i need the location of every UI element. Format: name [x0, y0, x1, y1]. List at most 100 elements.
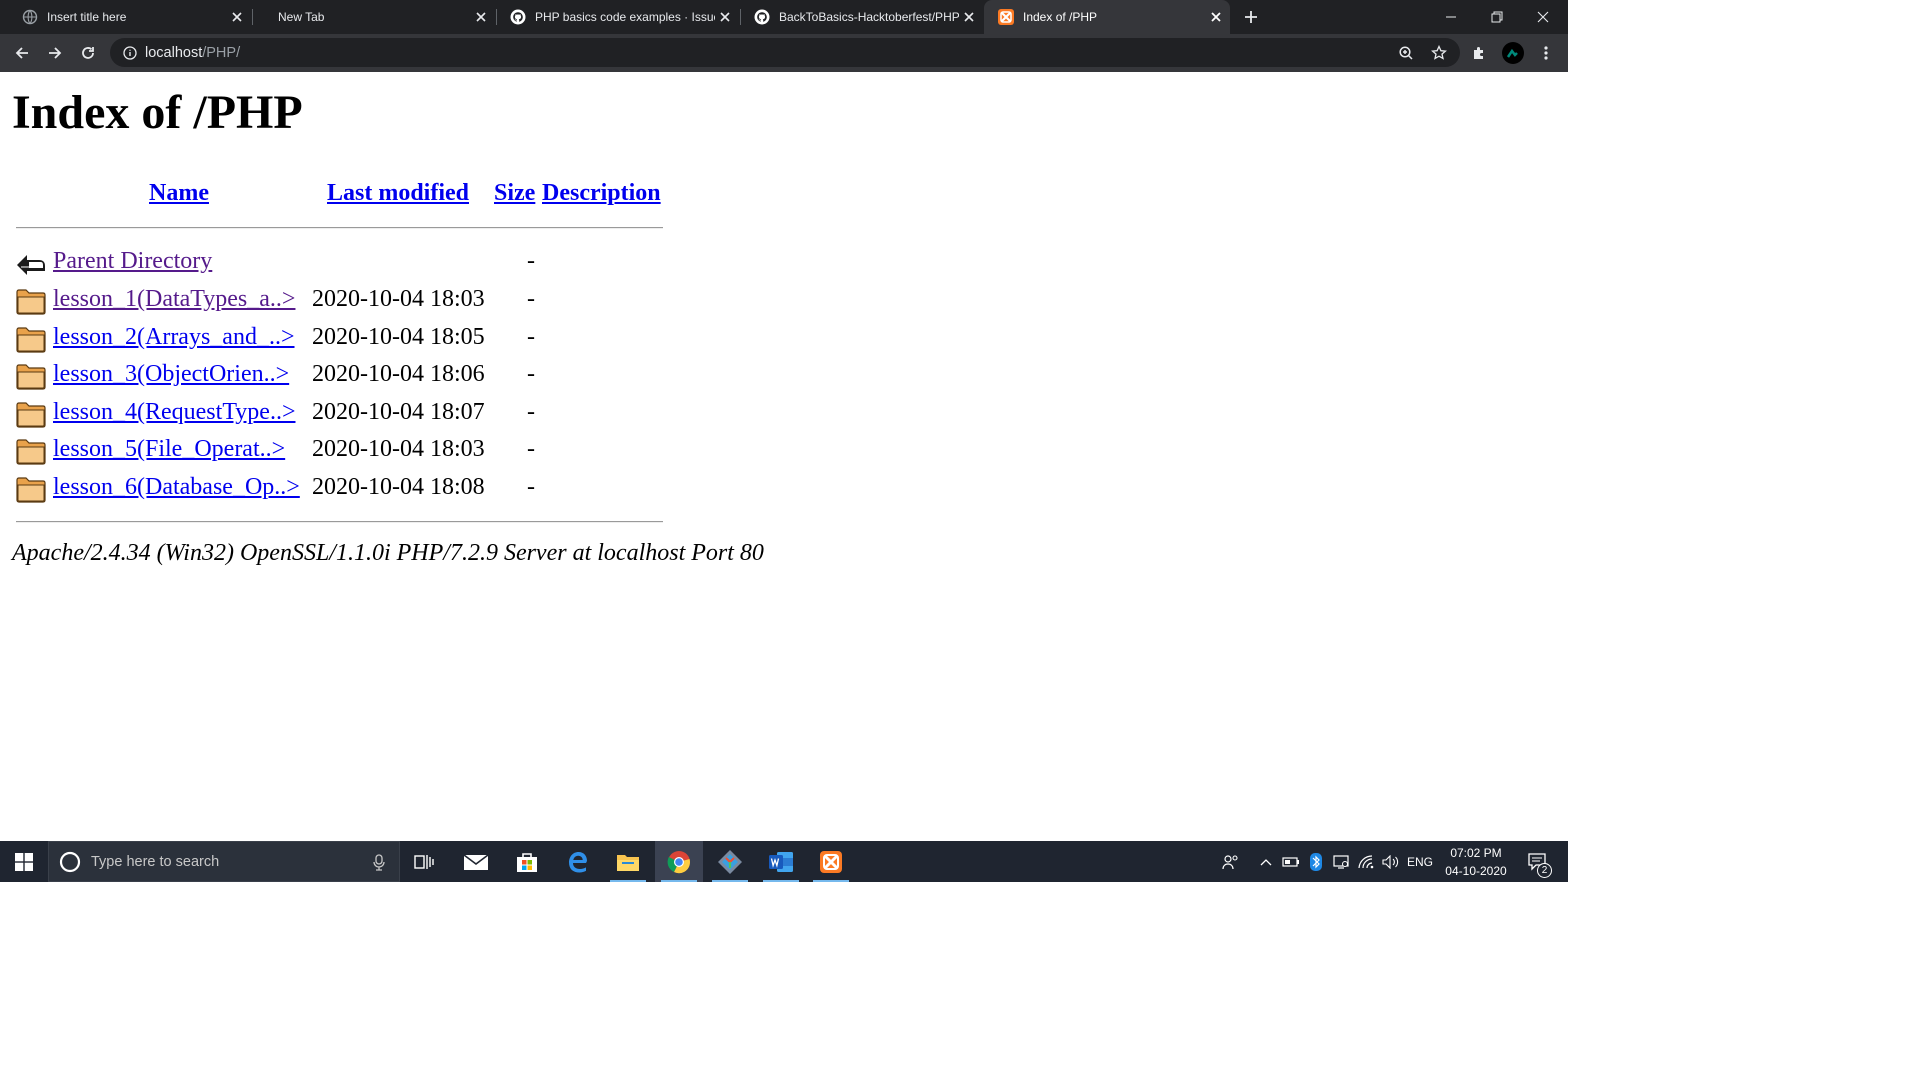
folder-link[interactable]: lesson_6(Database_Op..>: [53, 474, 300, 501]
close-tab-icon[interactable]: [959, 7, 979, 27]
size-cell: -: [527, 286, 535, 312]
bookmark-button[interactable]: [1425, 39, 1453, 67]
clock-date: 04-10-2020: [1445, 864, 1507, 878]
url-text: localhost/PHP/: [145, 45, 240, 61]
divider: [16, 521, 663, 523]
volume-icon: [1382, 854, 1399, 869]
site-info-icon[interactable]: [122, 45, 138, 61]
close-tab-icon[interactable]: [1206, 7, 1226, 27]
table-row: lesson_3(ObjectOrien..> 2020-10-04 18:06…: [0, 358, 700, 394]
show-hidden-icons-button[interactable]: [1256, 841, 1276, 882]
people-button[interactable]: [1218, 841, 1244, 882]
table-row: lesson_2(Arrays_and_..> 2020-10-04 18:05…: [0, 321, 700, 357]
mail-app[interactable]: [452, 841, 500, 882]
cortana-circle-icon: [59, 851, 81, 872]
back-button[interactable]: [8, 39, 36, 67]
close-icon: [1537, 11, 1549, 23]
profile-avatar-button[interactable]: [1499, 39, 1527, 67]
tab-title: BackToBasics-Hacktoberfest/PHP: [779, 10, 959, 24]
tab-backtobasics[interactable]: BackToBasics-Hacktoberfest/PHP: [740, 0, 983, 34]
git-app[interactable]: [706, 841, 754, 882]
xampp-app[interactable]: [807, 841, 855, 882]
close-tab-icon[interactable]: [471, 7, 491, 27]
chevron-up-icon: [1260, 858, 1272, 865]
clock-time: 07:02 PM: [1450, 846, 1502, 860]
bluetooth-icon: [1310, 852, 1322, 871]
star-icon: [1431, 45, 1447, 60]
windows-taskbar: Type here to search ENG 07:02 PM 04-10-2…: [0, 841, 1568, 882]
zoom-button[interactable]: [1392, 39, 1420, 67]
parent-directory-link[interactable]: Parent Directory: [53, 248, 212, 275]
wifi-status[interactable]: [1356, 841, 1378, 882]
table-row: lesson_6(Database_Op..> 2020-10-04 18:08…: [0, 471, 700, 507]
display-status[interactable]: [1330, 841, 1352, 882]
divider: [16, 227, 663, 229]
tab-index-of-php[interactable]: Index of /PHP: [984, 0, 1230, 34]
size-cell: -: [527, 361, 535, 387]
git-icon: [718, 849, 742, 874]
close-tab-icon[interactable]: [715, 7, 735, 27]
puzzle-icon: [1474, 47, 1483, 59]
minimize-button[interactable]: [1428, 0, 1474, 34]
column-header-size[interactable]: Size: [494, 180, 535, 207]
volume-button[interactable]: [1380, 841, 1402, 882]
bluetooth-status[interactable]: [1306, 841, 1326, 882]
chrome-app[interactable]: [655, 841, 703, 882]
column-header-description[interactable]: Description: [542, 180, 661, 207]
tab-new-tab[interactable]: New Tab: [252, 0, 495, 34]
minimize-icon: [1446, 16, 1456, 18]
taskbar-clock[interactable]: 07:02 PM 04-10-2020: [1440, 844, 1512, 880]
word-icon: [769, 851, 793, 872]
microphone-icon: [373, 854, 385, 871]
reload-button[interactable]: [74, 39, 102, 67]
forward-button[interactable]: [41, 39, 69, 67]
plus-icon: [1245, 11, 1257, 23]
modified-cell: 2020-10-04 18:03: [312, 286, 485, 312]
restore-button[interactable]: [1474, 0, 1520, 34]
table-row: lesson_5(File_Operat..> 2020-10-04 18:03…: [0, 433, 700, 469]
new-tab-button[interactable]: [1236, 0, 1266, 34]
action-center-button[interactable]: 2: [1520, 841, 1556, 882]
input-language-button[interactable]: ENG: [1404, 841, 1436, 882]
battery-status[interactable]: [1280, 841, 1302, 882]
folder-link[interactable]: lesson_3(ObjectOrien..>: [53, 361, 289, 388]
close-tab-icon[interactable]: [227, 7, 247, 27]
url-host: localhost: [145, 44, 203, 61]
tab-php-basics-issue[interactable]: PHP basics code examples · Issue: [496, 0, 739, 34]
folder-icon: [16, 477, 46, 503]
mail-icon: [463, 853, 489, 870]
display-icon: [1333, 854, 1349, 869]
column-header-last-modified[interactable]: Last modified: [327, 180, 469, 207]
store-icon: [517, 852, 537, 872]
zoom-icon: [1399, 46, 1413, 60]
word-app[interactable]: [757, 841, 805, 882]
file-explorer-app[interactable]: [604, 841, 652, 882]
column-header-name[interactable]: Name: [149, 180, 209, 207]
folder-link[interactable]: lesson_1(DataTypes_a..>: [53, 286, 295, 313]
folder-link[interactable]: lesson_5(File_Operat..>: [53, 436, 285, 463]
close-window-button[interactable]: [1520, 0, 1566, 34]
store-app[interactable]: [503, 841, 551, 882]
chrome-icon: [667, 850, 690, 873]
task-view-icon: [414, 854, 434, 869]
back-folder-icon: [17, 255, 45, 275]
folder-icon: [16, 439, 46, 465]
folder-link[interactable]: lesson_4(RequestType..>: [53, 399, 295, 426]
size-cell: -: [527, 474, 535, 500]
edge-app[interactable]: [554, 841, 602, 882]
folder-link[interactable]: lesson_2(Arrays_and_..>: [53, 324, 295, 351]
taskbar-search-box[interactable]: Type here to search: [48, 841, 400, 882]
start-button[interactable]: [0, 841, 48, 882]
task-view-button[interactable]: [400, 841, 448, 882]
size-cell: -: [527, 399, 535, 425]
menu-button[interactable]: [1532, 39, 1560, 67]
tab-insert-title[interactable]: Insert title here: [8, 0, 251, 34]
search-placeholder: Type here to search: [91, 853, 220, 870]
back-arrow-icon: [15, 47, 28, 59]
kebab-menu-icon: [1544, 46, 1548, 60]
address-bar[interactable]: localhost/PHP/: [110, 38, 1460, 67]
extensions-button[interactable]: [1465, 39, 1493, 67]
modified-cell: 2020-10-04 18:05: [312, 324, 485, 350]
github-icon: [510, 9, 526, 25]
avatar-icon: [1502, 42, 1524, 64]
